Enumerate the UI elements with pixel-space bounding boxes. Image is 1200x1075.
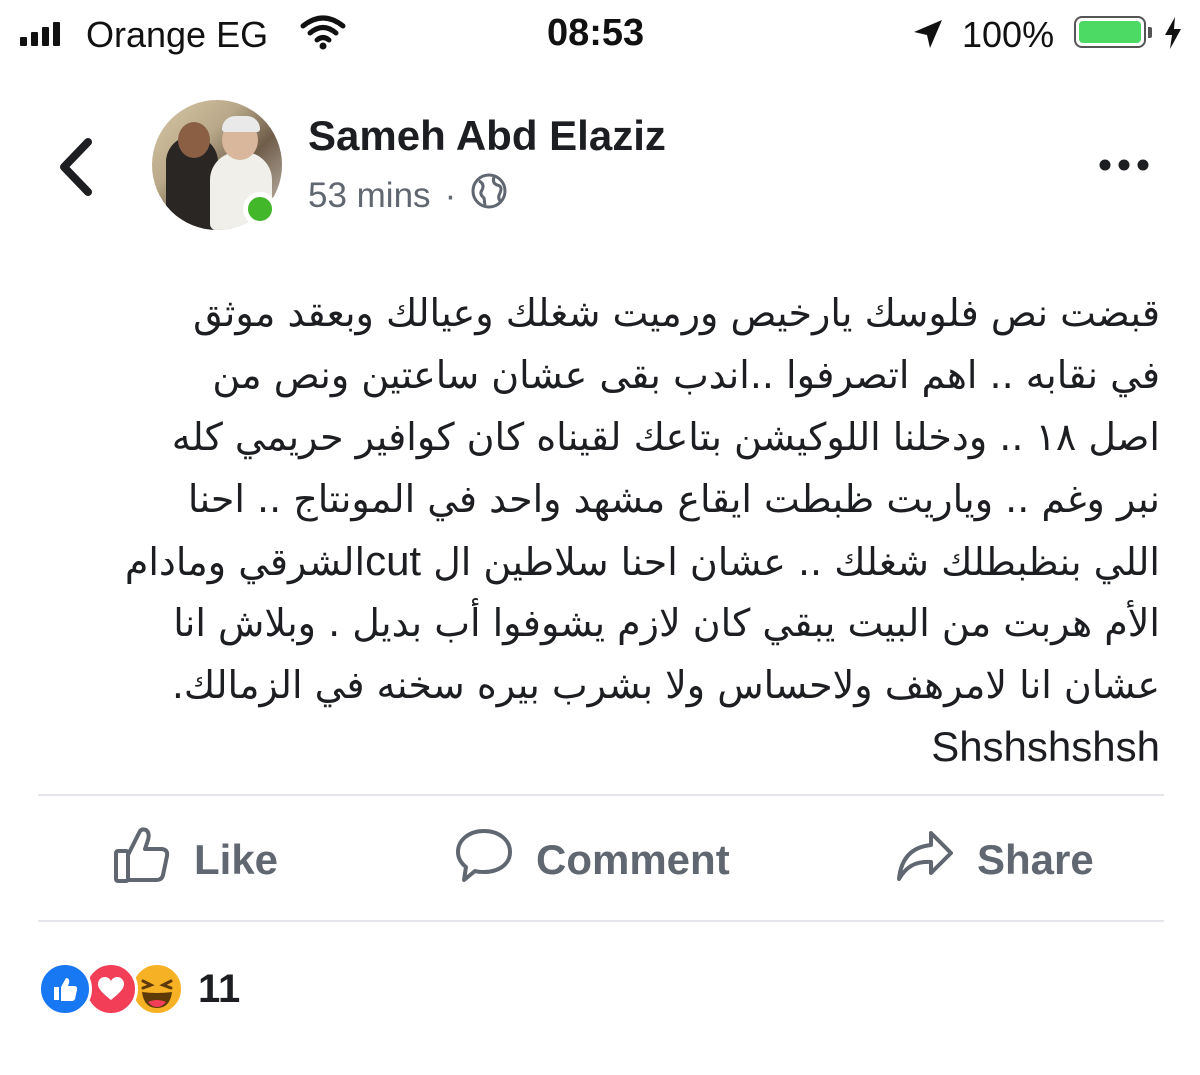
post-meta: 53 mins ·: [308, 172, 508, 219]
battery-level-fill: [1079, 21, 1141, 43]
post-time[interactable]: 53 mins: [308, 176, 431, 216]
more-options-button[interactable]: [1095, 150, 1155, 180]
post-text-latin: cut: [365, 537, 422, 584]
thumbs-up-icon: [112, 825, 172, 895]
comment-icon: [454, 825, 514, 895]
divider: [38, 794, 1164, 796]
post-text: قبضت نص فلوسك يارخيص ورميت شغلك وعيالك و…: [40, 282, 1160, 778]
status-bar: Orange EG 08:53 100%: [0, 0, 1200, 70]
back-button[interactable]: [52, 132, 102, 202]
online-status-dot: [243, 192, 277, 226]
comment-label: Comment: [536, 836, 730, 883]
share-label: Share: [977, 836, 1094, 883]
comment-button[interactable]: Comment: [454, 820, 730, 900]
more-dots-icon: [1099, 159, 1149, 171]
avatar-figure-head: [178, 122, 210, 158]
post-text-line: الأم هربت من البيت يبقي كان لازم يشوفوا …: [173, 601, 1160, 645]
post-text-line: قبضت نص فلوسك يارخيص ورميت شغلك وعيالك و…: [193, 291, 1160, 335]
charging-icon: [1163, 16, 1183, 55]
like-button[interactable]: Like: [112, 820, 278, 900]
like-label: Like: [194, 836, 279, 883]
love-reaction-icon: [84, 962, 138, 1016]
like-reaction-icon: [38, 962, 92, 1016]
post-text-line: نبر وغم .. وياريت ظبطت ايقاع مشهد واحد ف…: [187, 477, 1160, 521]
divider: [38, 920, 1164, 922]
globe-icon: [470, 172, 508, 219]
carrier-name: Orange EG: [86, 14, 269, 55]
chevron-left-icon: [60, 138, 92, 196]
share-arrow-icon: [895, 825, 955, 895]
post-text-line: في نقابه .. اهم اتصرفوا ..اندب بقى عشان …: [212, 353, 1160, 397]
share-button[interactable]: Share: [895, 820, 1094, 900]
post-text-line: اصل ١٨ .. ودخلنا اللوكيشن بتاعك لقيناه ك…: [171, 415, 1160, 459]
battery-cap: [1148, 27, 1152, 38]
location-arrow-icon: [912, 18, 944, 55]
post-text-segment: الشرقي ومادام: [124, 540, 366, 584]
reactions-summary[interactable]: 11: [38, 962, 240, 1016]
signal-icon: [20, 22, 60, 46]
post-text-line: Shshshshsh: [931, 723, 1160, 770]
meta-separator: ·: [444, 175, 457, 215]
post-text-segment: اللي بنظبطلك شغلك .. عشان احنا سلاطين ال: [433, 540, 1160, 584]
avatar-figure-hair: [222, 116, 260, 132]
author-name[interactable]: Sameh Abd Elaziz: [308, 112, 666, 160]
battery-icon: [1074, 16, 1146, 48]
post-text-line: عشان انا لامرهف ولاحساس ولا بشرب بيره سخ…: [171, 663, 1160, 707]
battery-percentage: 100%: [962, 14, 1055, 55]
haha-reaction-icon: [130, 962, 184, 1016]
clock: 08:53: [547, 12, 645, 54]
reaction-count: 11: [198, 966, 241, 1011]
post-text-line: اللي بنظبطلك شغلك .. عشان احنا سلاطين ال…: [40, 530, 1160, 592]
wifi-icon: [300, 14, 346, 55]
